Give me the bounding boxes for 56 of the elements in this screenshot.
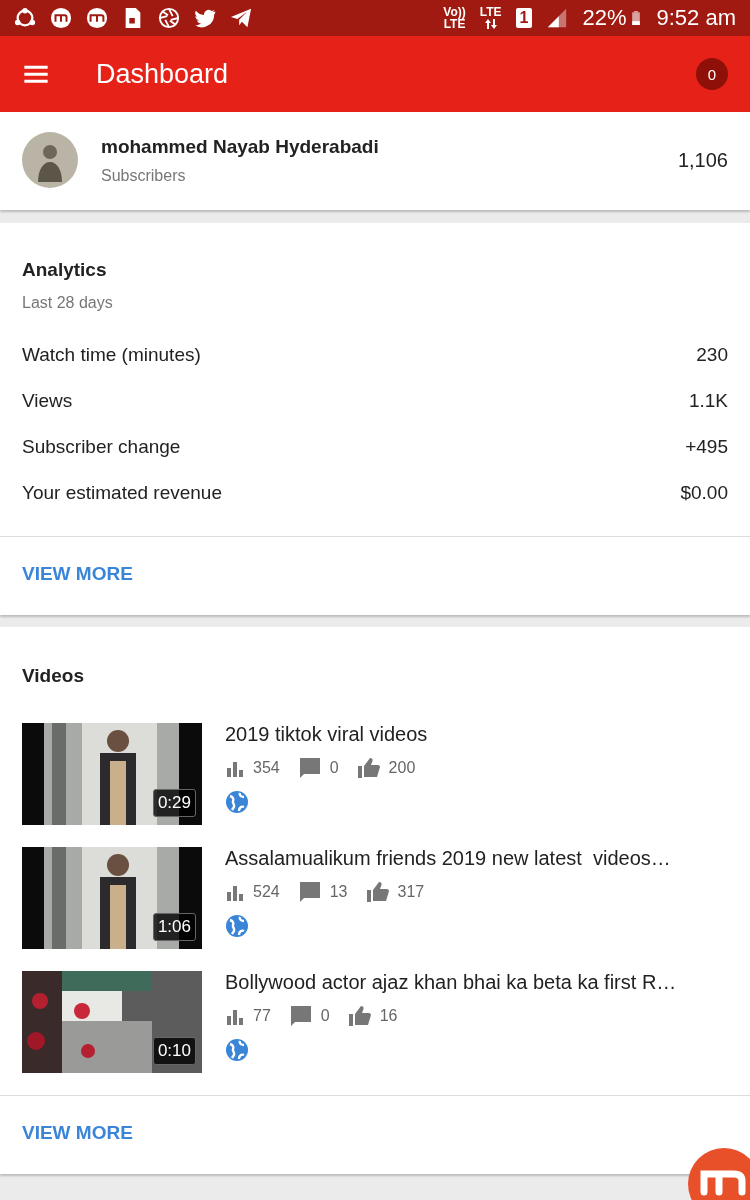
duration-label: 0:29 [152, 789, 196, 817]
metric-label: Views [22, 390, 73, 412]
view-count: 354 [253, 759, 280, 777]
duration-label: 1:06 [152, 913, 196, 941]
app-logo-icon [86, 7, 108, 29]
period-label: Last 28 days [22, 294, 114, 312]
comment-icon [297, 756, 322, 780]
globe-icon [225, 914, 249, 938]
sim-indicator: 1 [515, 8, 533, 28]
video-title[interactable]: Bollywood actor ajaz khan bhai ka beta ka first R… [225, 971, 677, 994]
volte-label: Vo)) [443, 6, 466, 18]
avatar [22, 132, 78, 188]
metric-value: 230 [696, 344, 728, 366]
comment-count: 0 [329, 759, 339, 777]
duration-label: 0:10 [152, 1037, 196, 1065]
video-title[interactable]: Assalamualikum friends 2019 new latest videos… [225, 847, 671, 870]
notification-badge[interactable]: 0 [696, 58, 728, 90]
globe-icon [225, 1038, 249, 1062]
video-title[interactable]: 2019 tiktok viral videos [225, 723, 428, 746]
like-count: 200 [388, 759, 416, 777]
globe-icon [225, 790, 249, 814]
metric-value: $0.00 [680, 482, 728, 504]
channel-name: mohammed Nayab Hyderabadi [101, 135, 380, 158]
app-logo-icon [50, 7, 72, 29]
metric-label: Watch time (minutes) [22, 344, 201, 366]
paper-plane-icon [230, 7, 252, 29]
app-title: Dashboard [96, 58, 230, 90]
view-count: 524 [253, 883, 280, 901]
section-title: Analytics [22, 259, 108, 281]
subscriber-count: 1,106 [677, 148, 728, 172]
thumbs-up-icon [365, 880, 390, 904]
metric-label: Subscriber change [22, 436, 181, 458]
data-arrows-icon [484, 18, 497, 30]
aperture-icon [158, 7, 180, 29]
like-count: 317 [397, 883, 425, 901]
view-count: 77 [253, 1007, 271, 1025]
thumbs-up-icon [347, 1004, 372, 1028]
network-type: LTE [479, 6, 502, 18]
clock: 9:52 am [656, 7, 736, 29]
comment-icon [297, 880, 322, 904]
comment-count: 0 [320, 1007, 330, 1025]
metric-value: 1.1K [688, 390, 728, 412]
view-more-link[interactable]: VIEW MORE [0, 536, 750, 615]
like-count: 16 [379, 1007, 398, 1025]
subscribers-label: Subscribers [101, 166, 187, 185]
metric-value: +495 [685, 436, 728, 458]
share-app-icon [14, 7, 36, 29]
metric-label: Your estimated revenue [22, 482, 222, 504]
bird-icon [194, 7, 216, 29]
comment-icon [288, 1004, 313, 1028]
battery-percent: 22% [582, 7, 627, 29]
signal-icon [546, 7, 569, 29]
section-title: Videos [22, 665, 85, 687]
thumbs-up-icon [356, 756, 381, 780]
volte-label: LTE [443, 18, 466, 30]
comment-count: 13 [329, 883, 348, 901]
